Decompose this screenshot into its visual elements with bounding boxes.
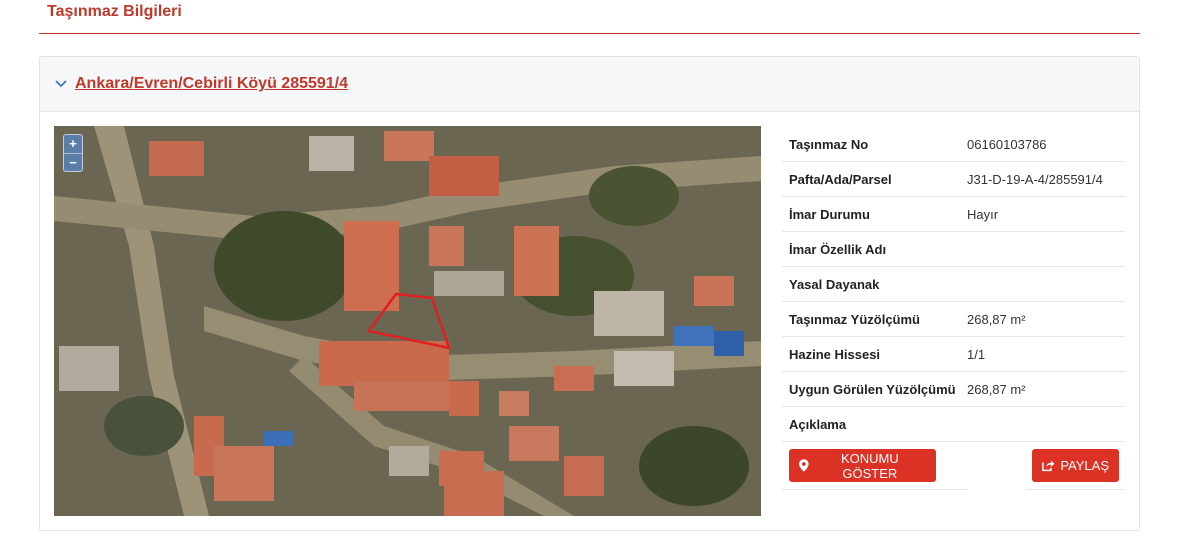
info-label: Açıklama [789,416,847,432]
action-divider [1026,489,1125,490]
info-value: 1/1 [967,346,986,362]
action-divider [782,489,967,490]
info-label: İmar Durumu [789,206,870,222]
section-divider [39,33,1140,34]
info-row: İmar Durumu Hayır [782,197,1125,232]
info-row: Taşınmaz Yüzölçümü 268,87 m² [782,302,1125,337]
info-label: Uygun Görülen Yüzölçümü [789,381,956,397]
share-button[interactable]: PAYLAŞ [1032,449,1119,482]
zoom-out-button[interactable]: − [64,153,82,171]
section-title: Taşınmaz Bilgileri [47,3,182,20]
info-value: 268,87 m² [967,381,1026,397]
property-info-table: Taşınmaz No 06160103786 Pafta/Ada/Parsel… [782,127,1125,490]
info-row: Hazine Hissesi 1/1 [782,337,1125,372]
property-card: Ankara/Evren/Cebirli Köyü 285591/4 + − T… [39,56,1140,531]
info-label: Pafta/Ada/Parsel [789,171,892,187]
info-row: Açıklama [782,407,1125,442]
card-header[interactable]: Ankara/Evren/Cebirli Köyü 285591/4 [40,57,1139,112]
share-label: PAYLAŞ [1060,458,1109,473]
zoom-in-button[interactable]: + [64,135,82,153]
action-bar: KONUMU GÖSTER PAYLAŞ [782,442,1125,490]
info-value: 268,87 m² [967,311,1026,327]
show-location-label: KONUMU GÖSTER [840,450,899,481]
chevron-down-icon[interactable] [55,77,69,91]
info-label: Yasal Dayanak [789,276,880,292]
info-label: Taşınmaz Yüzölçümü [789,311,920,327]
info-row: Yasal Dayanak [782,267,1125,302]
info-label: İmar Özellik Adı [789,241,887,257]
info-value: J31-D-19-A-4/285591/4 [967,171,1103,187]
info-label: Taşınmaz No [789,136,869,152]
map-zoom-control: + − [63,134,83,172]
info-row: Taşınmaz No 06160103786 [782,127,1125,162]
info-label: Hazine Hissesi [789,346,881,362]
show-location-button[interactable]: KONUMU GÖSTER [789,449,936,482]
info-row: Pafta/Ada/Parsel J31-D-19-A-4/285591/4 [782,162,1125,197]
property-title-link[interactable]: Ankara/Evren/Cebirli Köyü 285591/4 [75,75,348,93]
info-row: İmar Özellik Adı [782,232,1125,267]
share-icon [1042,460,1055,472]
map-marker-icon [799,459,809,472]
info-row: Uygun Görülen Yüzölçümü 268,87 m² [782,372,1125,407]
info-value: 06160103786 [967,136,1047,152]
info-value: Hayır [967,206,999,222]
satellite-map[interactable]: + − [54,126,761,516]
satellite-imagery [54,126,761,516]
